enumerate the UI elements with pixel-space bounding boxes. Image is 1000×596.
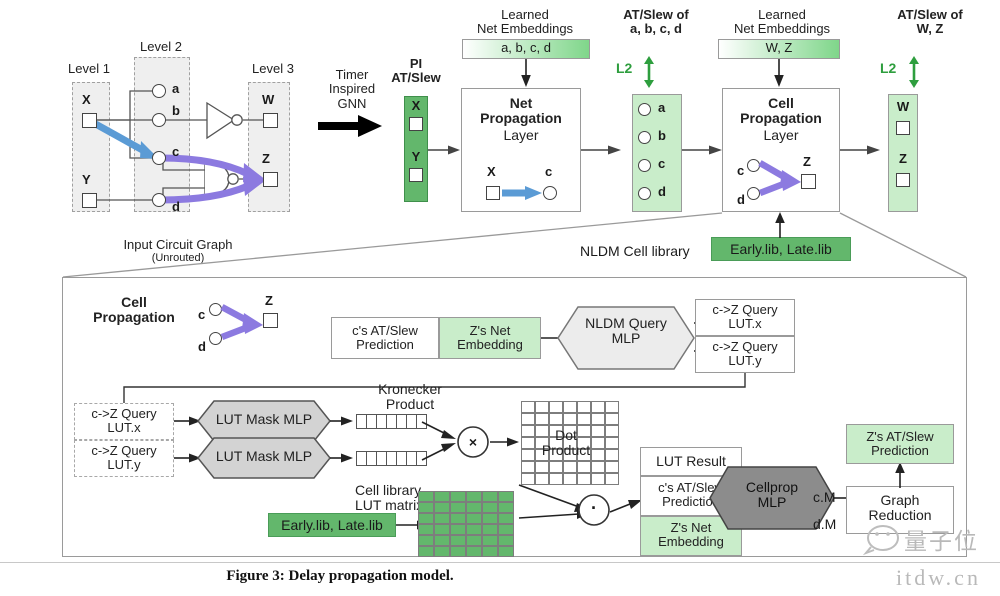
gnn-arrow xyxy=(318,115,382,137)
arrow-pi-to-net xyxy=(428,145,460,155)
arrow-kron-to-matrix xyxy=(490,437,519,447)
pin-c-label: c xyxy=(172,144,180,159)
arrows-lutmask-to-vectors xyxy=(330,416,353,463)
atslew1-loss-label: L2 xyxy=(616,60,633,76)
watermark-url: itdw.cn xyxy=(896,565,981,590)
pin-b-label: b xyxy=(172,103,180,118)
kronecker-op-symbol: × xyxy=(468,434,478,450)
pin-z-label: Z xyxy=(262,151,270,166)
caption-divider xyxy=(0,562,1000,563)
atslew2-node-z xyxy=(896,173,910,187)
arrow-x-to-c xyxy=(90,118,159,159)
net-layer-arrow xyxy=(502,186,542,200)
pi-item-y-label: Y xyxy=(411,149,421,164)
detail-mini-label-d: d xyxy=(198,339,206,354)
detail-mini-label-c: c xyxy=(198,307,206,322)
arrow-net-to-atslew1 xyxy=(581,145,621,155)
atslew2-label-z: Z xyxy=(899,151,907,166)
pin-z-node xyxy=(263,172,278,187)
atslew1-node-d xyxy=(638,187,651,200)
graph-reduction-label: Graph Reduction xyxy=(868,492,932,524)
arrow-embed1-to-net xyxy=(521,59,531,87)
atslew2-node-w xyxy=(896,121,910,135)
atslew1-title: AT/Slew of a, b, c, d xyxy=(623,7,689,37)
arrow-cell-to-atslew2 xyxy=(840,145,880,155)
watermark-text-cn: 量子位 xyxy=(904,529,979,555)
arrow-atslew1-to-cell xyxy=(682,145,722,155)
kronecker-product-label: Kronecker Product xyxy=(378,381,442,413)
atslew1-node-b xyxy=(638,131,651,144)
atslew2-loss-label: L2 xyxy=(880,60,897,76)
pin-x-node xyxy=(82,113,97,128)
detail-title: Cell Propagation xyxy=(93,294,175,326)
pin-w-node xyxy=(263,113,278,128)
atslew1-label-d: d xyxy=(658,184,666,199)
net-embed-2-value: W, Z xyxy=(765,40,793,55)
cell-layer-title: Cell Propagation xyxy=(740,95,822,127)
atslew1-label-b: b xyxy=(658,128,666,143)
pi-item-x-label: X xyxy=(411,98,421,113)
query-lut-y-in-label: c->Z Query LUT.y xyxy=(91,443,157,473)
cell-library-libs-value: Early.lib, Late.lib xyxy=(281,517,383,533)
pin-y-label: Y xyxy=(82,172,91,187)
z-prediction-label: Z's AT/Slew Prediction xyxy=(866,429,934,459)
net-layer-subtitle: Layer xyxy=(503,127,539,143)
dot-product-label: Dot Product xyxy=(541,427,591,459)
atslew1-label-c: c xyxy=(658,156,666,171)
query-lut-x-out-label: c->Z Query LUT.x xyxy=(712,302,778,332)
query-lut-x-in-label: c->Z Query LUT.x xyxy=(91,406,157,436)
atslew2-label-w: W xyxy=(896,99,910,114)
net-embed-2-title: Learned Net Embeddings xyxy=(733,7,831,37)
net-layer-to-label: c xyxy=(545,164,553,179)
mask-vector-y xyxy=(356,451,427,466)
pi-title: PI AT/Slew xyxy=(391,56,441,86)
lut-mask-mlp-x-label: LUT Mask MLP xyxy=(215,411,313,427)
atslew2-title: AT/Slew of W, Z xyxy=(897,7,963,37)
pin-c-node xyxy=(152,151,166,165)
query-lut-y-out-label: c->Z Query LUT.y xyxy=(712,339,778,369)
atslew1-node-a xyxy=(638,103,651,116)
detail-mini-arrows xyxy=(220,304,263,341)
pin-a-label: a xyxy=(172,81,180,96)
cell-layer-label-c: c xyxy=(737,163,745,178)
cellprop-out-d: d.M xyxy=(813,516,837,532)
pi-item-y-node xyxy=(409,168,423,182)
atslew2-l2-arrow xyxy=(909,56,919,88)
pin-x-label: X xyxy=(82,92,91,107)
figure-caption: Figure 3: Delay propagation model. xyxy=(226,568,454,584)
arrow-graphreduction-to-zpred xyxy=(895,462,905,488)
atslew1-l2-arrow xyxy=(644,56,654,88)
dot-op-symbol: · xyxy=(591,498,597,518)
net-layer-title: Net Propagation xyxy=(480,95,562,127)
gnn-label: Timer Inspired GNN xyxy=(328,67,376,111)
pi-item-x-node xyxy=(409,117,423,131)
nldm-query-mlp-label: NLDM Query MLP xyxy=(585,315,667,347)
pin-a-node xyxy=(152,84,166,98)
cell-layer-arrows xyxy=(758,160,801,197)
mask-vector-x xyxy=(356,414,427,429)
net-layer-from-label: X xyxy=(487,164,496,179)
detail-cs-atslew-prediction-label: c's AT/Slew Prediction xyxy=(352,323,418,353)
atslew1-node-c xyxy=(638,159,651,172)
wechat-icon xyxy=(862,525,899,556)
arrow-embed2-to-cell xyxy=(774,59,784,87)
detail-zs-net-embedding-label: Z's Net Embedding xyxy=(457,323,523,353)
lut-mask-mlp-y-label: LUT Mask MLP xyxy=(215,448,313,464)
pin-b-node xyxy=(152,113,166,127)
pin-w-label: W xyxy=(262,92,275,107)
net-embed-1-value: a, b, c, d xyxy=(501,40,551,55)
cell-layer-subtitle: Layer xyxy=(763,127,799,143)
atslew1-label-a: a xyxy=(658,100,666,115)
net-embed-1-title: Learned Net Embeddings xyxy=(476,7,574,37)
net-layer-from-node xyxy=(486,186,500,200)
cellprop-out-c: c.M xyxy=(813,489,836,505)
